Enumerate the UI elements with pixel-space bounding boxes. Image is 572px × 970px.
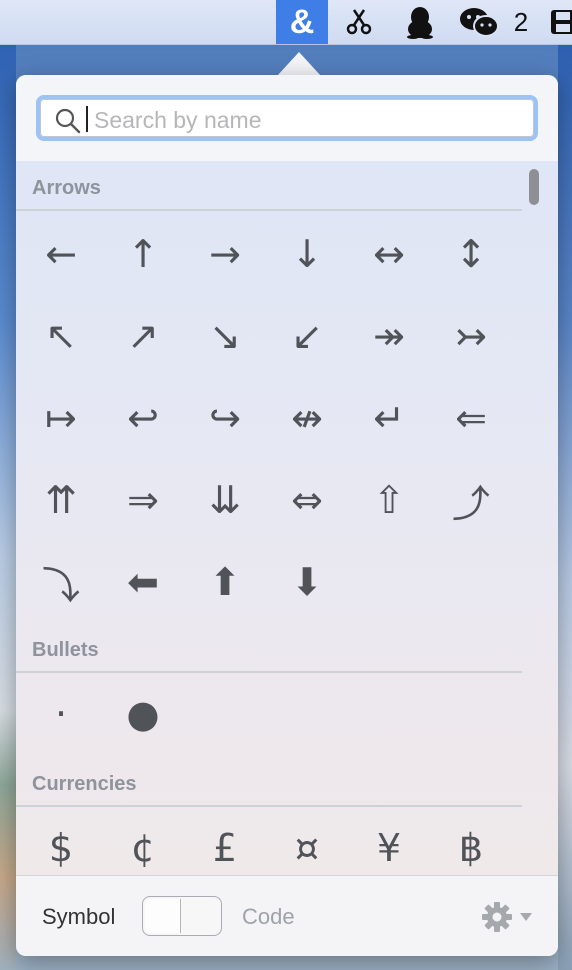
penguin-icon[interactable] <box>400 0 440 44</box>
symbol-cell[interactable]: ⇈ <box>20 459 102 541</box>
chevron-down-icon[interactable] <box>518 910 534 922</box>
scissors-icon[interactable] <box>340 0 378 44</box>
desktop-background-left <box>0 44 16 970</box>
symbol-cell[interactable]: ⇧ <box>348 459 430 541</box>
symbol-cell[interactable]: ⬅ <box>102 541 184 623</box>
symbol-cell[interactable]: ↩ <box>102 377 184 459</box>
symbol-cell[interactable]: ↗ <box>102 295 184 377</box>
search-icon <box>54 107 82 135</box>
symbol-cell[interactable]: ↵ <box>348 377 430 459</box>
symbol-cell[interactable]: ¥ <box>348 807 430 875</box>
section-title-bullets: Bullets <box>32 639 99 661</box>
symbol-cell[interactable]: ↘ <box>184 295 266 377</box>
search-input[interactable] <box>92 103 516 137</box>
ampersand-menu-icon[interactable]: & <box>276 0 328 44</box>
symbol-cell[interactable]: ⬆ <box>184 541 266 623</box>
text-cursor <box>86 106 88 132</box>
scrollbar[interactable] <box>526 169 542 205</box>
symbol-cell[interactable]: ¢ <box>102 807 184 875</box>
symbol-cell[interactable]: ← <box>20 213 102 295</box>
symbol-cell[interactable]: ↦ <box>20 377 102 459</box>
popover-caret <box>277 52 321 76</box>
symbol-cell[interactable]: ⇔ <box>266 459 348 541</box>
menu-bar: & 2 <box>0 0 572 45</box>
symbol-cell[interactable]: ↖ <box>20 295 102 377</box>
section-title-currencies: Currencies <box>32 773 137 795</box>
symbol-cell[interactable]: ↮ <box>266 377 348 459</box>
symbol-cell[interactable]: ● <box>102 673 184 755</box>
desktop-background-right <box>558 44 572 970</box>
symbol-cell[interactable]: ⇐ <box>430 377 512 459</box>
section-title-arrows: Arrows <box>32 177 101 199</box>
section-arrows: Arrows ← ↑ → ↓ ↔ ↕ ↖ ↗ ↘ ↙ ↠ ↣ ↦ ↩ ↪ ↮ ↵ ⇐ ⇈ ⇒ ⇊ ⇔ ⇧ ⤴ ⤵ ⬅ ⬆ ⬇ <box>16 161 522 621</box>
scroll-thumb[interactable] <box>529 169 539 205</box>
symbol-cell[interactable]: ฿ <box>430 807 512 875</box>
symbol-code-toggle[interactable] <box>142 896 222 936</box>
symbol-cell[interactable]: ⤵ <box>20 541 102 623</box>
symbol-cell[interactable]: ¤ <box>266 807 348 875</box>
symbol-cell[interactable]: ↪ <box>184 377 266 459</box>
search-box[interactable] <box>36 95 538 141</box>
symbol-cell[interactable]: ⇊ <box>184 459 266 541</box>
search-area <box>16 75 558 162</box>
chat-icon[interactable] <box>456 0 504 44</box>
symbol-cell[interactable]: ↕ <box>430 213 512 295</box>
symbol-cell[interactable]: ↙ <box>266 295 348 377</box>
code-mode-label: Code <box>242 904 295 929</box>
section-divider <box>16 209 522 211</box>
section-bullets: Bullets · ● <box>16 629 522 759</box>
symbol-cell[interactable]: ↓ <box>266 213 348 295</box>
toggle-knob[interactable] <box>145 899 181 933</box>
disk-icon[interactable] <box>548 0 572 44</box>
symbol-cell[interactable]: ↣ <box>430 295 512 377</box>
symbol-cell[interactable]: · <box>20 673 102 755</box>
symbol-cell[interactable]: ↠ <box>348 295 430 377</box>
symbol-cell[interactable]: ⤴ <box>430 459 512 541</box>
symbol-list[interactable]: Arrows ← ↑ → ↓ ↔ ↕ ↖ ↗ ↘ ↙ ↠ ↣ ↦ ↩ ↪ ↮ ↵ ⇐ ⇈ ⇒ ⇊ ⇔ ⇧ ⤴ ⤵ ⬅ ⬆ ⬇ Bull… <box>16 161 558 875</box>
symbol-mode-label: Symbol <box>42 904 116 929</box>
notification-count: 2 <box>513 6 529 37</box>
symbol-cell[interactable]: £ <box>184 807 266 875</box>
gear-icon[interactable] <box>480 900 514 934</box>
section-currencies: Currencies $ ¢ £ ¤ ¥ ฿ <box>16 763 522 875</box>
symbol-cell[interactable]: ↔ <box>348 213 430 295</box>
symbol-cell[interactable]: → <box>184 213 266 295</box>
symbol-picker-popover: Arrows ←↑→↓↔↕ ↖↗↘↙↠↣ ↦↩↪↮↵⇐ ⇈⇒⇊⇔⇧⤴ ⤵⬅⬆⬇ Bull… <box>16 75 558 956</box>
symbol-cell[interactable]: ⇒ <box>102 459 184 541</box>
footer-bar: Symbol Code <box>16 875 558 956</box>
symbol-cell[interactable]: $ <box>20 807 102 875</box>
symbol-cell[interactable]: ⬇ <box>266 541 348 623</box>
symbol-cell[interactable]: ↑ <box>102 213 184 295</box>
